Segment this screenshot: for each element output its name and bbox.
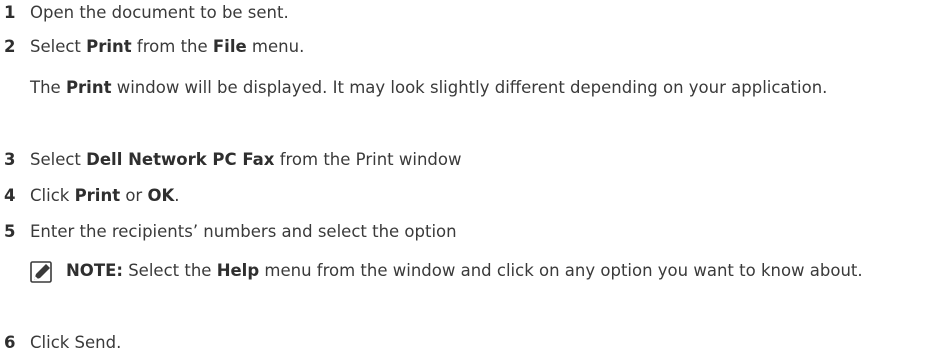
step-text: Enter the recipients’ numbers and select… bbox=[30, 222, 457, 241]
step-text: Click Send. bbox=[30, 333, 122, 352]
step-text: Select Print from the File menu. bbox=[30, 37, 305, 56]
step-number: 1 bbox=[4, 3, 16, 22]
document-page: 1 Open the document to be sent. 2 Select… bbox=[0, 0, 935, 363]
step-2-detail: The Print window will be displayed. It m… bbox=[30, 78, 828, 97]
step-text: Click Print or OK. bbox=[30, 186, 180, 205]
step-number: 3 bbox=[4, 150, 16, 169]
step-number: 6 bbox=[4, 333, 16, 352]
step-number: 5 bbox=[4, 222, 16, 241]
step-number: 4 bbox=[4, 186, 16, 205]
step-text: Select Dell Network PC Fax from the Prin… bbox=[30, 150, 462, 169]
pencil-note-icon bbox=[30, 261, 52, 283]
step-number: 2 bbox=[4, 37, 16, 56]
note-text: NOTE: Select the Help menu from the wind… bbox=[66, 261, 863, 280]
step-text: Open the document to be sent. bbox=[30, 3, 289, 22]
